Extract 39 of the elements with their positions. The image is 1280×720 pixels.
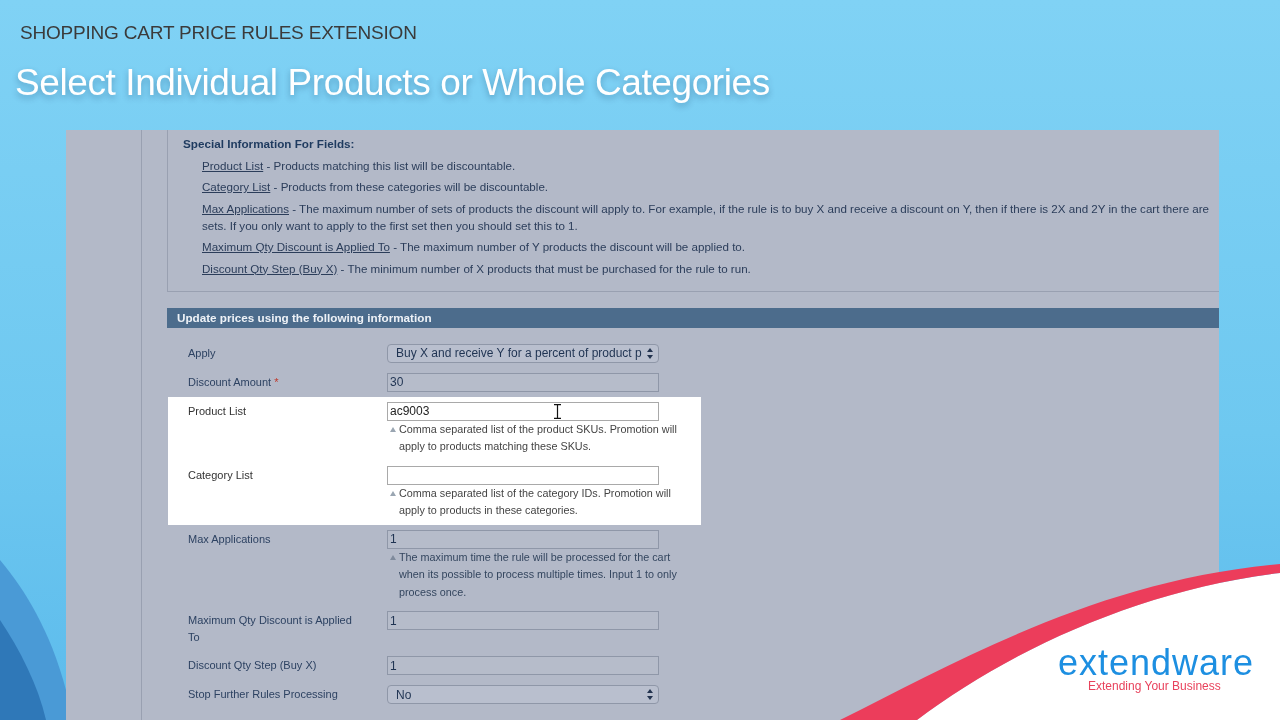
slide-kicker: SHOPPING CART PRICE RULES EXTENSION xyxy=(19,21,417,45)
field-note: Category List - Products from these categories will be discountable. xyxy=(202,179,550,195)
field-label: Product List xyxy=(188,404,247,417)
dropdown[interactable]: No xyxy=(387,685,659,704)
field-link[interactable]: Maximum Qty Discount is Applied To xyxy=(202,240,390,253)
field-label: Maximum Qty Discount is Applied To xyxy=(188,614,352,643)
updown-arrows-icon xyxy=(647,347,653,359)
field-label: Discount Qty Step (Buy X) xyxy=(188,659,317,671)
field-label: Discount Amount * xyxy=(188,375,279,388)
field-note: Max Applications - The maximum number of sets of products the discount will apply to. For example, if the rule is to buy X and receive a discount on Y, then if there is 2X and 2Y in the cart there are sets. If you only want to apply to the first set then you should set this to 1. xyxy=(202,200,1211,234)
triangle-icon xyxy=(390,554,396,560)
info-heading: Special Information For Fields: xyxy=(183,136,355,152)
field-link[interactable]: Max Applications xyxy=(202,201,289,215)
text-input[interactable]: 30 xyxy=(387,372,659,392)
section-header: Update prices using the following information xyxy=(167,307,1219,328)
field-link[interactable]: Category List xyxy=(202,180,271,193)
text-input[interactable] xyxy=(387,465,659,485)
field-label: Max Applications xyxy=(188,532,271,545)
text-input[interactable]: 1 xyxy=(387,529,659,549)
field-link[interactable]: Product List xyxy=(202,158,264,172)
slide-title: Select Individual Products or Whole Categories xyxy=(15,61,770,105)
field-note: Discount Qty Step (Buy X) - The minimum number of X products that must be purchased for the rule to run. xyxy=(202,260,752,277)
hint-text: Comma separated list of the category IDs. Promotion will apply to products in these categories. xyxy=(399,485,672,518)
triangle-icon xyxy=(390,426,396,432)
field-note: Maximum Qty Discount is Applied To - The maximum number of Y products the discount will be applied to. xyxy=(202,239,747,255)
text-input[interactable]: 1 xyxy=(387,611,659,630)
text-input[interactable]: ac9003 xyxy=(387,401,659,421)
text-input[interactable]: 1 xyxy=(387,656,659,675)
field-label: Stop Further Rules Processing xyxy=(188,688,338,700)
hint-text: Comma separated list of the product SKUs. Promotion will apply to products matching these SKUs. xyxy=(399,421,678,454)
hint-text: The maximum time the rule will be processed for the cart when its possible to process multiple times. Input 1 to only process once. xyxy=(399,549,678,600)
logo-tagline: Extending Your Business xyxy=(1088,679,1221,693)
dropdown[interactable]: Buy X and receive Y for a percent of product p xyxy=(387,343,659,363)
field-label: Category List xyxy=(188,468,253,481)
updown-arrows-icon xyxy=(647,689,653,700)
field-link[interactable]: Discount Qty Step (Buy X) xyxy=(202,261,338,275)
triangle-icon xyxy=(390,490,396,496)
field-note: Product List - Products matching this list will be discountable. xyxy=(202,157,517,174)
field-label: Apply xyxy=(188,346,216,359)
